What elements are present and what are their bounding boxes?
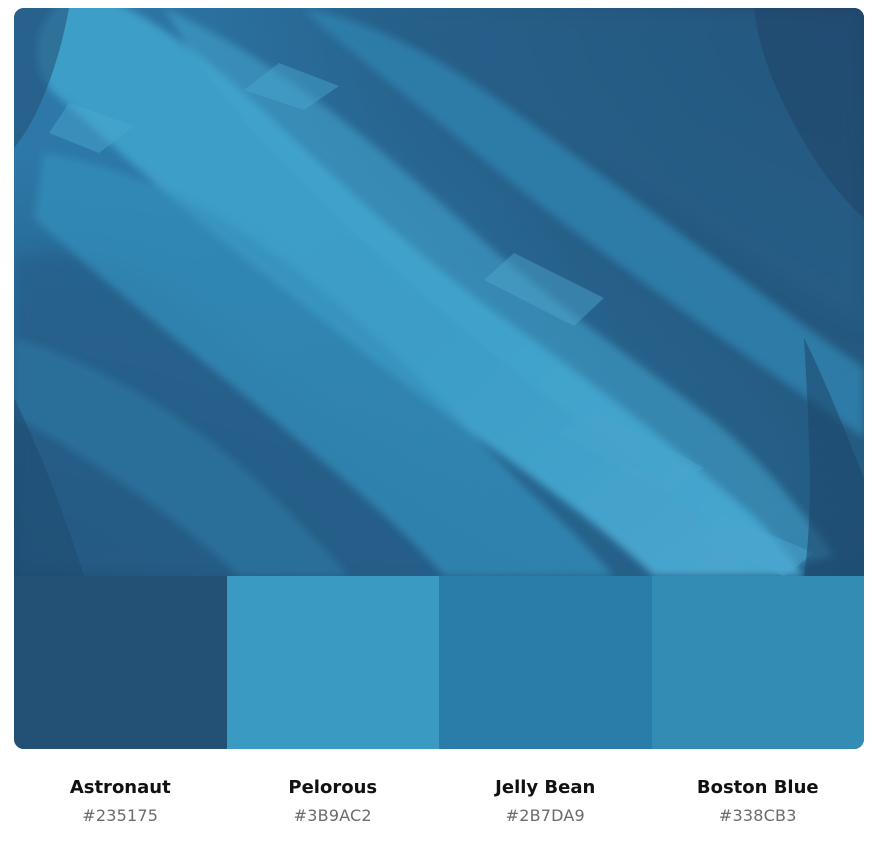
palette-card <box>14 8 864 749</box>
color-hex: #2B7DA9 <box>505 806 585 825</box>
color-hex: #338CB3 <box>718 806 797 825</box>
color-label-jelly-bean: Jelly Bean #2B7DA9 <box>439 776 652 846</box>
abstract-blue-brushstrokes-image <box>14 8 864 576</box>
color-name: Boston Blue <box>696 777 819 798</box>
color-name: Astronaut <box>69 777 171 798</box>
color-label-pelorous: Pelorous #3B9AC2 <box>227 776 440 846</box>
color-label-boston-blue: Boston Blue #338CB3 <box>652 776 865 846</box>
color-hex: #3B9AC2 <box>293 806 372 825</box>
swatch-jelly-bean[interactable] <box>439 576 652 749</box>
swatch-pelorous[interactable] <box>226 576 439 749</box>
brushstroke-artwork-icon <box>14 8 864 576</box>
color-name: Pelorous <box>288 777 378 798</box>
swatch-boston-blue[interactable] <box>651 576 864 749</box>
color-hex: #235175 <box>82 806 159 825</box>
color-name: Jelly Bean <box>495 777 596 798</box>
color-label-astronaut: Astronaut #235175 <box>14 776 227 846</box>
color-labels: Astronaut #235175 Pelorous #3B9AC2 Jelly… <box>14 776 864 846</box>
swatch-astronaut[interactable] <box>14 576 227 749</box>
color-swatches <box>14 576 864 749</box>
